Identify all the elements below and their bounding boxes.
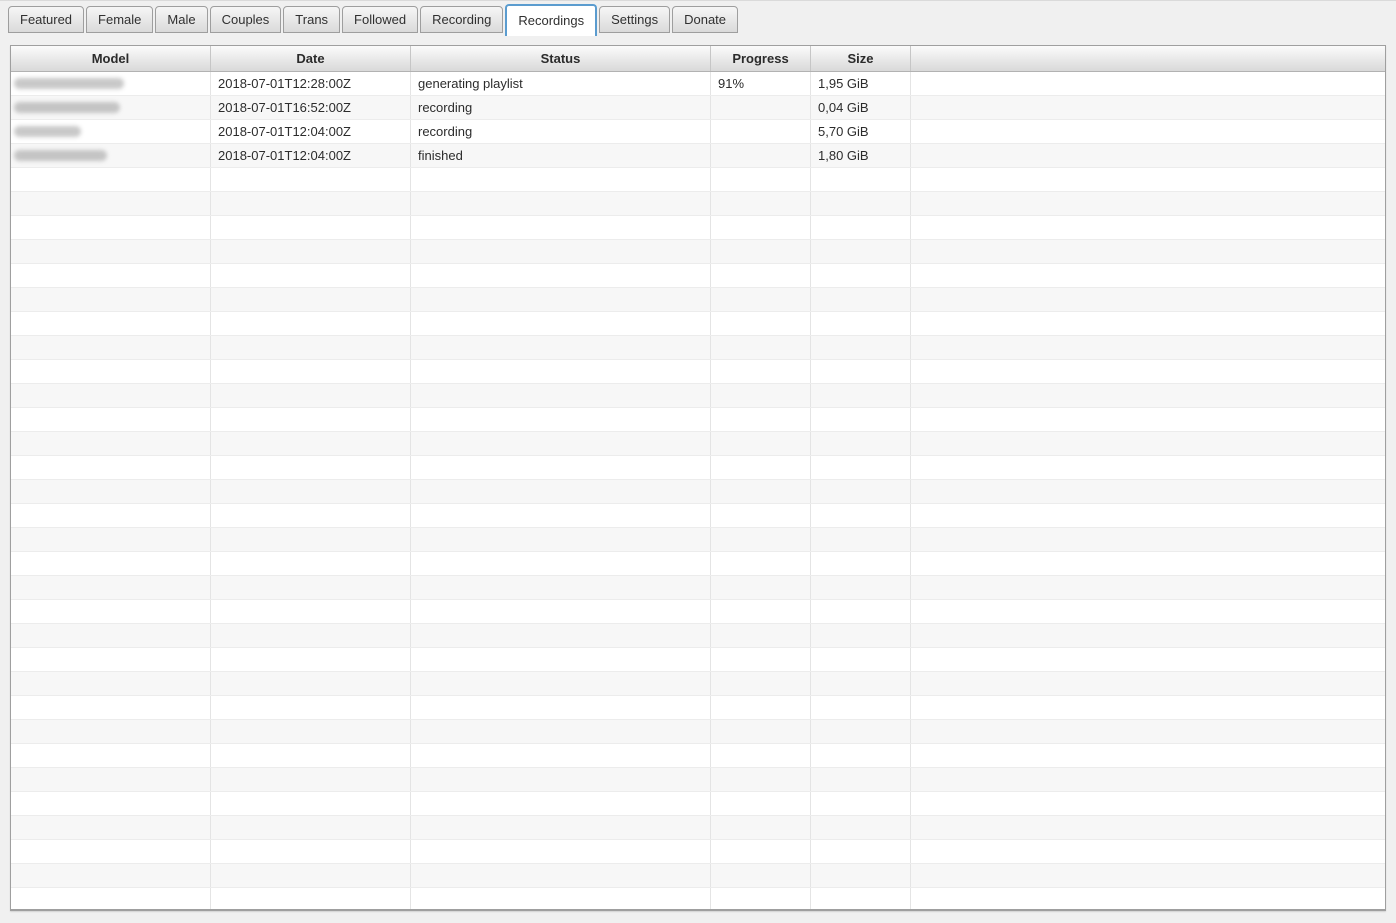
empty-table-row [11,864,1385,888]
size-cell: 1,95 GiB [811,72,911,95]
filler-cell [911,120,1385,143]
empty-table-row [11,696,1385,720]
empty-table-row [11,600,1385,624]
empty-table-row [11,816,1385,840]
tab-trans[interactable]: Trans [283,6,341,33]
date-cell: 2018-07-01T12:04:00Z [211,120,411,143]
tab-donate[interactable]: Donate [672,6,739,33]
redacted-model-name [14,78,124,89]
status-cell: generating playlist [411,72,711,95]
recordings-table: Model Date Status Progress Size 2018-07-… [10,45,1386,911]
tab-followed[interactable]: Followed [342,6,419,33]
empty-table-row [11,744,1385,768]
progress-cell [711,96,811,119]
table-row[interactable]: 2018-07-01T12:04:00Z recording 5,70 GiB [11,120,1385,144]
date-cell: 2018-07-01T12:28:00Z [211,72,411,95]
empty-table-row [11,432,1385,456]
table-row[interactable]: 2018-07-01T12:28:00Z generating playlist… [11,72,1385,96]
tab-recording[interactable]: Recording [420,6,504,33]
redacted-model-name [14,126,81,137]
filler-cell [911,144,1385,167]
model-cell [11,144,211,167]
redacted-model-name [14,150,107,161]
empty-table-row [11,720,1385,744]
size-cell: 0,04 GiB [811,96,911,119]
status-cell: finished [411,144,711,167]
status-cell: recording [411,120,711,143]
table-header-row: Model Date Status Progress Size [11,46,1385,72]
empty-table-row [11,336,1385,360]
empty-table-row [11,576,1385,600]
table-body: 2018-07-01T12:28:00Z generating playlist… [11,72,1385,909]
empty-table-row [11,504,1385,528]
empty-table-row [11,840,1385,864]
empty-table-row [11,456,1385,480]
table-row[interactable]: 2018-07-01T12:04:00Z finished 1,80 GiB [11,144,1385,168]
empty-table-row [11,312,1385,336]
model-cell [11,120,211,143]
table-row[interactable]: 2018-07-01T16:52:00Z recording 0,04 GiB [11,96,1385,120]
empty-table-row [11,672,1385,696]
date-cell: 2018-07-01T12:04:00Z [211,144,411,167]
empty-table-row [11,480,1385,504]
tab-couples[interactable]: Couples [209,6,282,33]
column-header-filler [911,46,1385,71]
empty-table-row [11,168,1385,192]
progress-cell: 91% [711,72,811,95]
tab-female[interactable]: Female [86,6,154,33]
tab-featured[interactable]: Featured [8,6,85,33]
filler-cell [911,96,1385,119]
empty-table-row [11,408,1385,432]
empty-table-row [11,360,1385,384]
column-header-status[interactable]: Status [411,46,711,71]
model-cell [11,72,211,95]
column-header-model[interactable]: Model [11,46,211,71]
empty-table-row [11,240,1385,264]
empty-table-row [11,792,1385,816]
empty-table-row [11,552,1385,576]
tab-male[interactable]: Male [155,6,208,33]
empty-table-row [11,888,1385,909]
progress-cell [711,144,811,167]
tab-bar: Featured Female Male Couples Trans Followed Re… [0,1,1396,37]
size-cell: 5,70 GiB [811,120,911,143]
column-header-date[interactable]: Date [211,46,411,71]
progress-cell [711,120,811,143]
empty-table-row [11,648,1385,672]
tab-settings[interactable]: Settings [599,6,671,33]
empty-table-row [11,264,1385,288]
redacted-model-name [14,102,120,113]
empty-table-row [11,768,1385,792]
empty-table-row [11,288,1385,312]
column-header-progress[interactable]: Progress [711,46,811,71]
empty-table-row [11,384,1385,408]
empty-table-row [11,192,1385,216]
column-header-size[interactable]: Size [811,46,911,71]
status-cell: recording [411,96,711,119]
empty-table-row [11,528,1385,552]
model-cell [11,96,211,119]
size-cell: 1,80 GiB [811,144,911,167]
filler-cell [911,72,1385,95]
empty-table-row [11,624,1385,648]
date-cell: 2018-07-01T16:52:00Z [211,96,411,119]
empty-table-row [11,216,1385,240]
tab-recordings[interactable]: Recordings [505,4,598,36]
